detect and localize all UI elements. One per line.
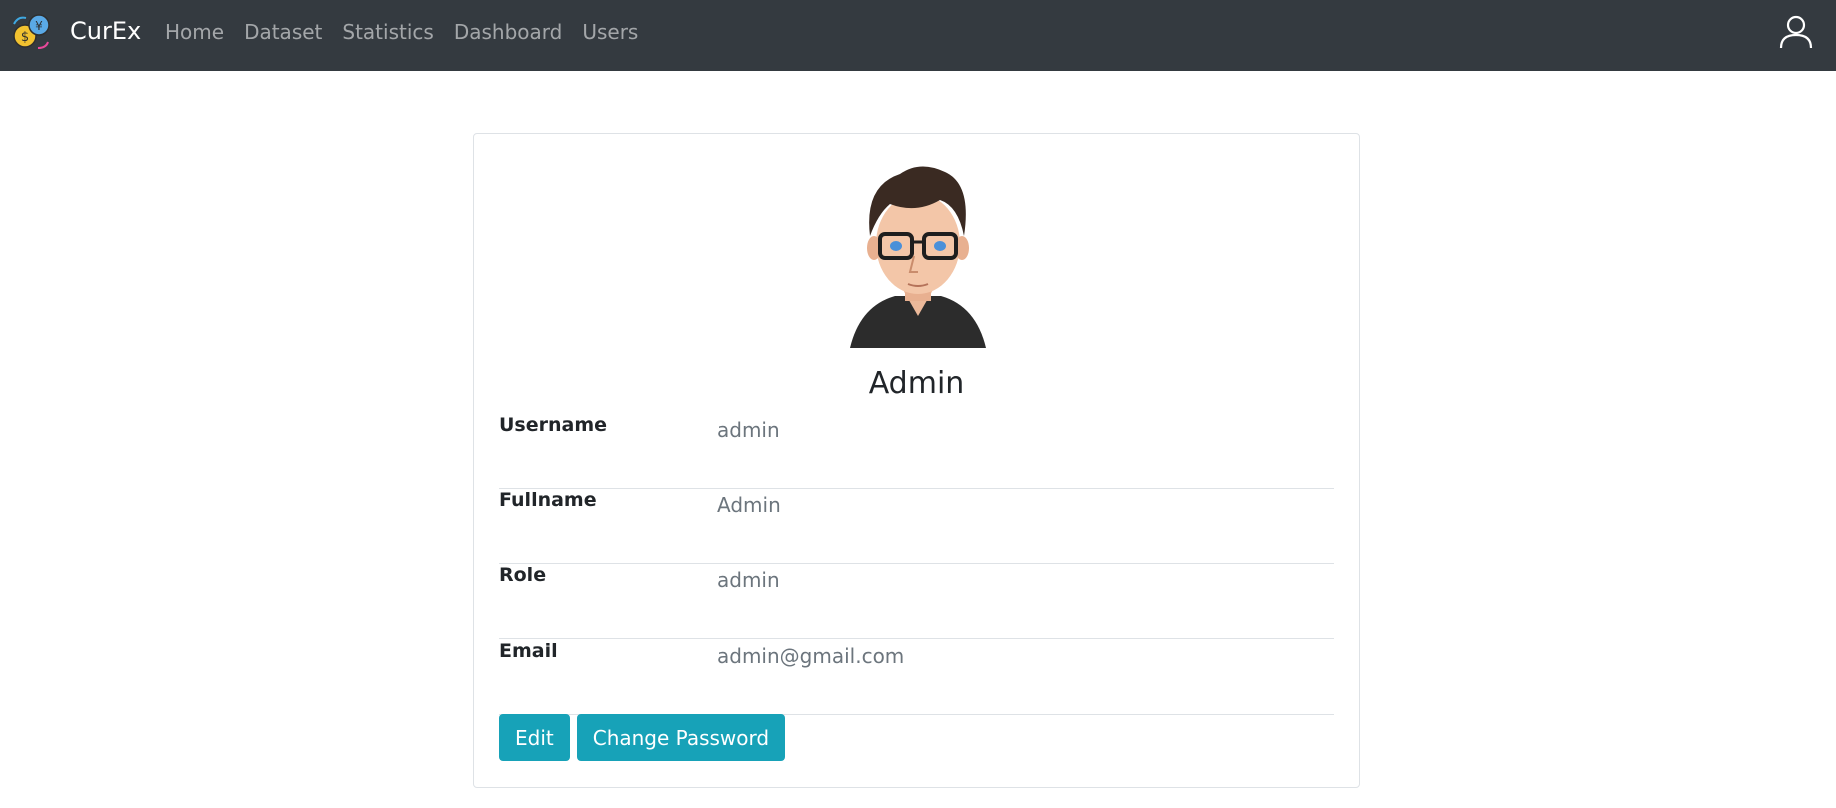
avatar <box>850 166 986 348</box>
role-value: admin <box>717 568 780 592</box>
currency-exchange-icon[interactable]: $ ¥ <box>10 12 52 54</box>
nav-link-dashboard[interactable]: Dashboard <box>454 20 563 44</box>
brand-name[interactable]: CurEx <box>70 17 141 45</box>
edit-button[interactable]: Edit <box>499 714 570 761</box>
username-value: admin <box>717 418 780 442</box>
info-row-role: Role admin <box>499 564 1334 639</box>
fullname-value: Admin <box>717 493 781 517</box>
profile-actions: Edit Change Password <box>499 714 792 761</box>
nav-link-statistics[interactable]: Statistics <box>342 20 433 44</box>
nav-links: Home Dataset Statistics Dashboard Users <box>165 20 658 44</box>
nav-link-home[interactable]: Home <box>165 20 224 44</box>
role-label: Role <box>499 564 547 586</box>
nav-link-dataset[interactable]: Dataset <box>244 20 322 44</box>
info-row-fullname: Fullname Admin <box>499 489 1334 564</box>
username-label: Username <box>499 414 608 436</box>
user-icon[interactable] <box>1778 14 1814 50</box>
profile-name: Admin <box>868 366 965 401</box>
top-navbar: $ ¥ CurEx Home Dataset Statistics Dashbo… <box>0 0 1836 71</box>
fullname-label: Fullname <box>499 489 597 511</box>
info-row-email: Email admin@gmail.com <box>499 640 1334 715</box>
email-label: Email <box>499 640 558 662</box>
change-password-button[interactable]: Change Password <box>576 714 786 761</box>
svg-text:¥: ¥ <box>35 19 43 33</box>
email-value: admin@gmail.com <box>717 644 905 668</box>
nav-link-users[interactable]: Users <box>582 20 638 44</box>
info-row-username: Username admin <box>499 414 1334 489</box>
svg-text:$: $ <box>21 30 29 45</box>
profile-card: Admin Username admin Fullname Admin Role… <box>473 133 1360 788</box>
